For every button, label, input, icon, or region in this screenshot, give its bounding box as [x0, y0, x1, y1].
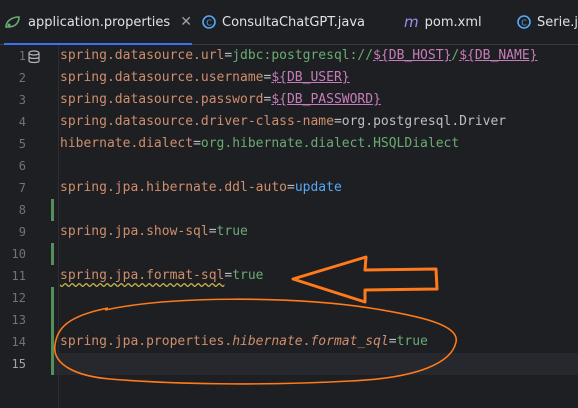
hand-drawn-annotation [54, 255, 457, 385]
orange-arrow-annotation [291, 255, 439, 304]
orange-ellipse-annotation [54, 298, 457, 385]
